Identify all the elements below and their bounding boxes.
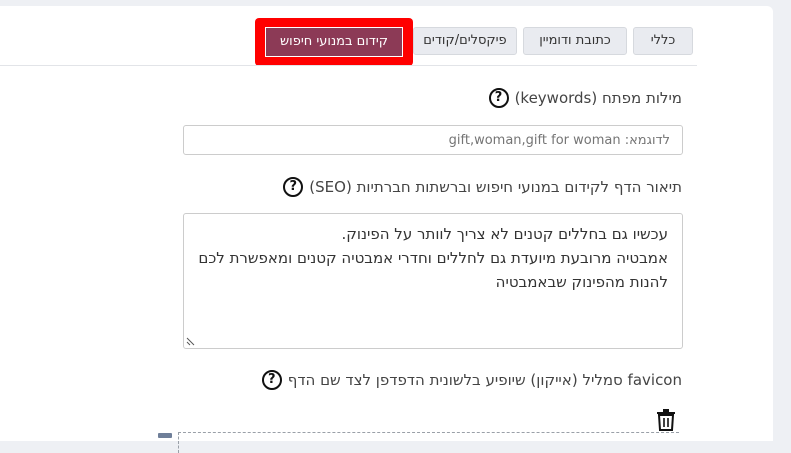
tab-highlight-outline: קידום במנועי חיפוש <box>255 18 413 66</box>
image-thumbnail <box>158 433 172 438</box>
keywords-input[interactable] <box>183 125 683 155</box>
seo-text-line: אמבטיה מרובעת מיועדת גם לחללים וחדרי אמב… <box>198 249 668 267</box>
favicon-dropzone[interactable] <box>178 432 679 453</box>
tab-pixels-codes[interactable]: פיקסלים/קודים <box>413 27 517 55</box>
trash-icon[interactable] <box>656 409 676 431</box>
tab-general[interactable]: כללי <box>633 27 693 55</box>
question-circle-icon[interactable]: ? <box>283 177 304 197</box>
tabs-divider <box>0 65 697 66</box>
keywords-label: מילות מפתח (keywords) <box>514 89 682 107</box>
seo-description-textarea[interactable]: עכשיו גם בחללים קטנים לא צריך לוותר על ה… <box>183 213 683 349</box>
seo-text-line: עכשיו גם בחללים קטנים לא צריך לוותר על ה… <box>341 225 668 243</box>
keywords-label-row: מילות מפתח (keywords) ? <box>488 88 682 108</box>
tab-seo[interactable]: קידום במנועי חיפוש <box>265 27 403 57</box>
resize-handle-icon[interactable] <box>186 337 195 346</box>
question-circle-icon[interactable]: ? <box>261 370 282 390</box>
seo-label: תיאור הדף לקידום במנועי חיפוש וברשתות חב… <box>309 178 682 196</box>
favicon-label-row: favicon סמליל (אייקון) שיופיע בלשונית הד… <box>261 370 682 390</box>
question-circle-icon[interactable]: ? <box>488 88 509 108</box>
seo-text-line: להנות מהפינוק שבאמבטיה <box>495 273 668 291</box>
tab-address-domain[interactable]: כתובת ודומיין <box>523 27 627 55</box>
seo-label-row: תיאור הדף לקידום במנועי חיפוש וברשתות חב… <box>283 177 682 197</box>
favicon-label: favicon סמליל (אייקון) שיופיע בלשונית הד… <box>287 371 682 389</box>
